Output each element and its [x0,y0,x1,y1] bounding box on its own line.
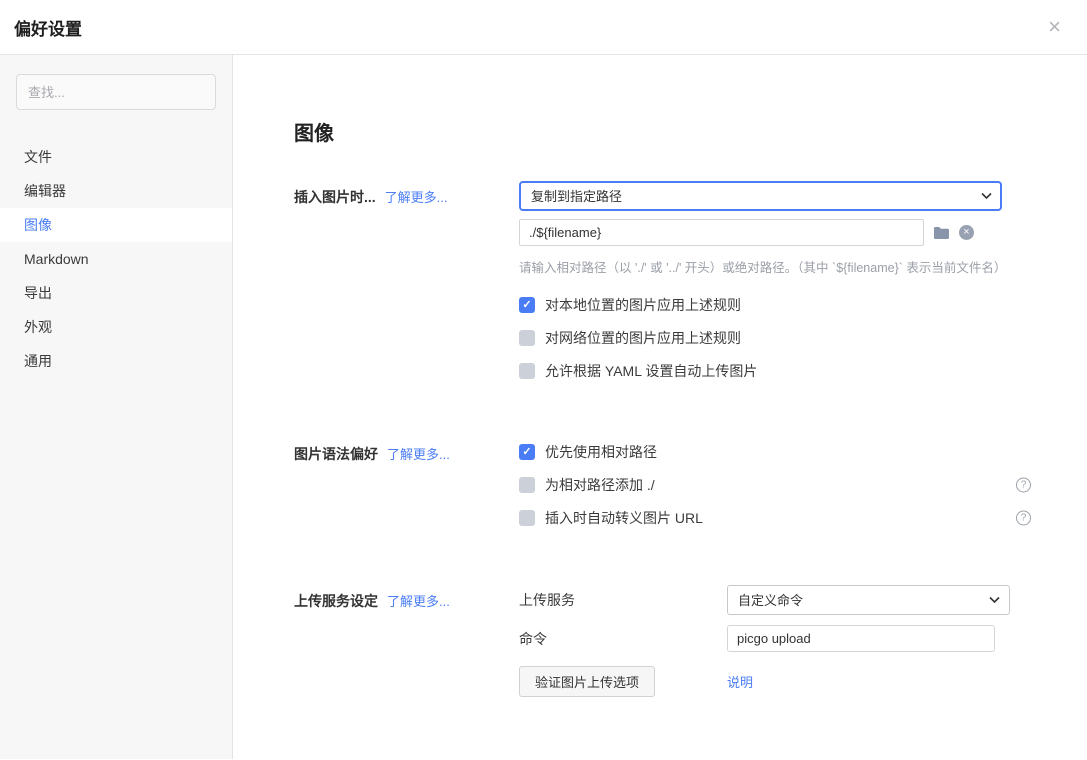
target-path-input[interactable] [519,219,924,246]
checkbox-label: 允许根据 YAML 设置自动上传图片 [545,361,757,381]
section-insert-image: 插入图片时... 了解更多... 复制到指定路径 [294,181,1087,394]
sidebar: 文件 编辑器 图像 Markdown 导出 外观 通用 [0,55,233,759]
settings-panel: 图像 插入图片时... 了解更多... 复制到指定路径 [233,55,1087,759]
upload-service-select[interactable]: 自定义命令 [727,585,1010,615]
path-hint: 请输入相对路径（以 './' 或 '../' 开头）或绝对路径。（其中 `${f… [519,257,1031,276]
checkbox-label: 对网络位置的图片应用上述规则 [545,328,741,348]
checkbox[interactable]: ✓ [519,444,535,460]
sidebar-item-label: Markdown [24,251,89,267]
checkbox[interactable]: ✓ [519,297,535,313]
upload-service-label: 上传服务 [519,590,727,610]
folder-browse-icon[interactable] [933,226,950,240]
clear-path-icon[interactable]: × [959,225,974,240]
sidebar-item-file[interactable]: 文件 [0,140,232,174]
check-icon: ✓ [522,447,531,458]
checkbox-row-local-rule[interactable]: ✓ 对本地位置的图片应用上述规则 [519,295,1031,315]
checkbox-row-yaml-upload[interactable]: ✓ 允许根据 YAML 设置自动上传图片 [519,361,1031,381]
checkbox-label: 为相对路径添加 ./ [545,475,655,495]
sidebar-item-general[interactable]: 通用 [0,344,232,378]
checkbox-row-add-dot-slash[interactable]: ✓ 为相对路径添加 ./ ? [519,475,1031,495]
learn-more-link[interactable]: 了解更多... [387,447,450,462]
checkbox[interactable]: ✓ [519,330,535,346]
section-label: 图片语法偏好 [294,446,378,462]
sidebar-item-appearance[interactable]: 外观 [0,310,232,344]
learn-more-link[interactable]: 了解更多... [387,594,450,609]
checkbox-row-network-rule[interactable]: ✓ 对网络位置的图片应用上述规则 [519,328,1031,348]
validate-upload-button[interactable]: 验证图片上传选项 [519,666,655,697]
checkbox[interactable]: ✓ [519,363,535,379]
checkbox-label: 对本地位置的图片应用上述规则 [545,295,741,315]
checkbox-label: 优先使用相对路径 [545,442,657,462]
upload-help-link[interactable]: 说明 [727,672,753,691]
learn-more-link[interactable]: 了解更多... [385,190,448,205]
command-label: 命令 [519,629,727,649]
insert-action-select[interactable]: 复制到指定路径 [519,181,1002,211]
command-input[interactable] [727,625,995,652]
help-icon[interactable]: ? [1016,511,1031,526]
checkbox[interactable]: ✓ [519,510,535,526]
sidebar-item-label: 文件 [24,147,52,167]
sidebar-item-label: 外观 [24,317,52,337]
checkbox-label: 插入时自动转义图片 URL [545,508,703,528]
section-image-syntax: 图片语法偏好了解更多... ✓ 优先使用相对路径 ✓ 为相对路径添加 ./ ? … [294,438,1087,541]
section-upload-service: 上传服务设定了解更多... 上传服务 自定义命令 命令 [294,585,1087,697]
window-title: 偏好设置 [14,15,82,40]
titlebar: 偏好设置 × [0,0,1087,55]
sidebar-item-image[interactable]: 图像 [0,208,232,242]
sidebar-item-label: 编辑器 [24,181,66,201]
sidebar-item-label: 通用 [24,351,52,371]
sidebar-item-editor[interactable]: 编辑器 [0,174,232,208]
checkbox-row-escape-url[interactable]: ✓ 插入时自动转义图片 URL ? [519,508,1031,528]
section-label: 插入图片时... [294,189,376,205]
page-title: 图像 [294,117,1087,146]
checkbox-row-prefer-relative[interactable]: ✓ 优先使用相对路径 [519,442,1031,462]
section-label: 上传服务设定 [294,593,378,609]
close-icon[interactable]: × [1048,16,1061,38]
sidebar-item-export[interactable]: 导出 [0,276,232,310]
search-input[interactable] [16,74,216,110]
sidebar-item-label: 导出 [24,283,52,303]
clear-glyph: × [959,225,974,240]
checkbox[interactable]: ✓ [519,477,535,493]
help-icon[interactable]: ? [1016,478,1031,493]
sidebar-item-label: 图像 [24,215,52,235]
sidebar-item-markdown[interactable]: Markdown [0,242,232,276]
check-icon: ✓ [522,300,531,311]
